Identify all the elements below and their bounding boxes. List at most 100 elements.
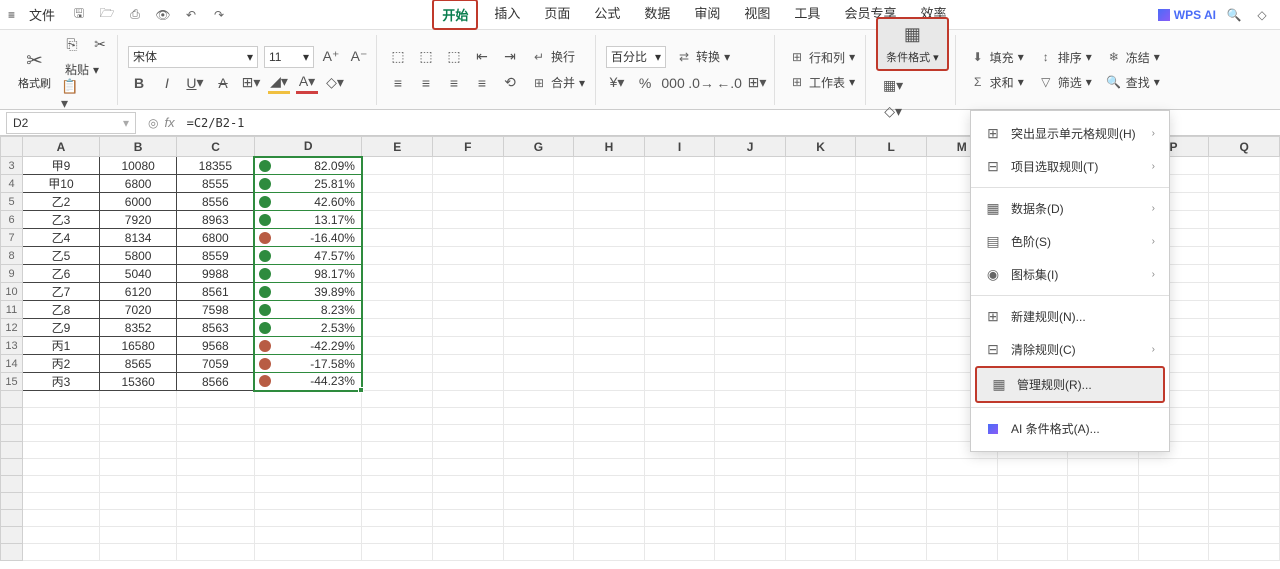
cell-percent[interactable]: 25.81%: [254, 175, 362, 193]
cell[interactable]: [362, 319, 433, 337]
cell[interactable]: [856, 459, 927, 476]
cell[interactable]: [926, 544, 997, 561]
cell-percent[interactable]: -44.23%: [254, 373, 362, 391]
cell[interactable]: 8559: [177, 247, 254, 265]
cell[interactable]: [785, 408, 856, 425]
cell[interactable]: [99, 425, 176, 442]
col-header-I[interactable]: I: [644, 137, 715, 157]
tab-开始[interactable]: 开始: [432, 0, 478, 30]
cell[interactable]: [362, 301, 433, 319]
cell[interactable]: [99, 408, 176, 425]
fx-icon[interactable]: fx: [164, 115, 174, 130]
cell[interactable]: 6000: [99, 193, 176, 211]
cell[interactable]: [177, 459, 254, 476]
cell-percent[interactable]: 2.53%: [254, 319, 362, 337]
col-header-A[interactable]: A: [23, 137, 100, 157]
file-menu[interactable]: 文件: [23, 3, 61, 26]
cell[interactable]: [503, 510, 574, 527]
menu-icon[interactable]: ≡: [8, 8, 15, 22]
cell[interactable]: [503, 355, 574, 373]
indent-inc-icon[interactable]: ⇥: [499, 46, 521, 68]
select-all-corner[interactable]: [1, 137, 23, 157]
row-header[interactable]: [1, 425, 23, 442]
cell[interactable]: 乙7: [23, 283, 100, 301]
cell[interactable]: 乙6: [23, 265, 100, 283]
cell[interactable]: [715, 319, 786, 337]
cell[interactable]: [926, 510, 997, 527]
redo-icon[interactable]: ↷: [209, 5, 229, 25]
cell[interactable]: 8563: [177, 319, 254, 337]
cell[interactable]: 16580: [99, 337, 176, 355]
menu-item[interactable]: ▤色阶(S)›: [971, 225, 1169, 258]
cell[interactable]: [23, 544, 100, 561]
wrap-button[interactable]: ↵换行: [527, 46, 579, 67]
cell[interactable]: [23, 510, 100, 527]
cell[interactable]: [856, 442, 927, 459]
cell[interactable]: [177, 476, 254, 493]
cell[interactable]: [1209, 283, 1280, 301]
row-header[interactable]: 11: [1, 301, 23, 319]
cell[interactable]: [177, 527, 254, 544]
cell[interactable]: [715, 544, 786, 561]
cell[interactable]: [362, 211, 433, 229]
cell[interactable]: [433, 425, 504, 442]
cell[interactable]: [1209, 493, 1280, 510]
cell[interactable]: [715, 442, 786, 459]
cell[interactable]: [644, 229, 715, 247]
clear-format-button[interactable]: ◇▾: [324, 72, 346, 94]
cell-percent[interactable]: 47.57%: [254, 247, 362, 265]
sum-button[interactable]: Σ求和▾: [966, 72, 1028, 93]
cell[interactable]: [23, 425, 100, 442]
cell[interactable]: 丙1: [23, 337, 100, 355]
cell[interactable]: [503, 527, 574, 544]
align-left-icon[interactable]: ≡: [387, 72, 409, 94]
cell[interactable]: [1138, 459, 1209, 476]
cell[interactable]: [644, 373, 715, 391]
cell[interactable]: [785, 283, 856, 301]
cell[interactable]: [1209, 355, 1280, 373]
cell[interactable]: [785, 319, 856, 337]
currency-icon[interactable]: ¥▾: [606, 72, 628, 94]
cell[interactable]: [644, 265, 715, 283]
cell[interactable]: [503, 391, 574, 408]
cell-percent[interactable]: -16.40%: [254, 229, 362, 247]
cell[interactable]: [785, 476, 856, 493]
cell[interactable]: [715, 425, 786, 442]
cell[interactable]: [574, 408, 645, 425]
tab-插入[interactable]: 插入: [486, 0, 528, 30]
cell[interactable]: 乙8: [23, 301, 100, 319]
cell[interactable]: [99, 459, 176, 476]
cell[interactable]: [644, 459, 715, 476]
merge-button[interactable]: ⊞合并▾: [527, 72, 589, 93]
col-header-J[interactable]: J: [715, 137, 786, 157]
cell[interactable]: [362, 476, 433, 493]
tab-视图[interactable]: 视图: [736, 0, 778, 30]
cell[interactable]: 9988: [177, 265, 254, 283]
cell[interactable]: [997, 493, 1068, 510]
menu-item[interactable]: ⊞突出显示单元格规则(H)›: [971, 117, 1169, 150]
cell[interactable]: [503, 476, 574, 493]
cell[interactable]: [574, 211, 645, 229]
cell[interactable]: [1068, 493, 1139, 510]
align-center-icon[interactable]: ≡: [415, 72, 437, 94]
cell[interactable]: [1068, 544, 1139, 561]
tab-审阅[interactable]: 审阅: [686, 0, 728, 30]
cell[interactable]: [926, 527, 997, 544]
cell[interactable]: [715, 247, 786, 265]
save-icon[interactable]: 🖫: [69, 5, 89, 25]
paste-button[interactable]: 粘贴▾: [61, 59, 111, 80]
cell[interactable]: [254, 459, 362, 476]
cell[interactable]: [362, 229, 433, 247]
decimal-inc-icon[interactable]: .0→: [690, 72, 712, 94]
cell[interactable]: 丙2: [23, 355, 100, 373]
cell[interactable]: [433, 337, 504, 355]
underline-button[interactable]: U▾: [184, 72, 206, 94]
align-top-icon[interactable]: ⬚: [387, 46, 409, 68]
cell[interactable]: [785, 493, 856, 510]
cell[interactable]: [1209, 157, 1280, 175]
cell[interactable]: [503, 157, 574, 175]
cell[interactable]: [23, 391, 100, 408]
cell[interactable]: [99, 544, 176, 561]
cell[interactable]: [715, 265, 786, 283]
cell[interactable]: [644, 247, 715, 265]
